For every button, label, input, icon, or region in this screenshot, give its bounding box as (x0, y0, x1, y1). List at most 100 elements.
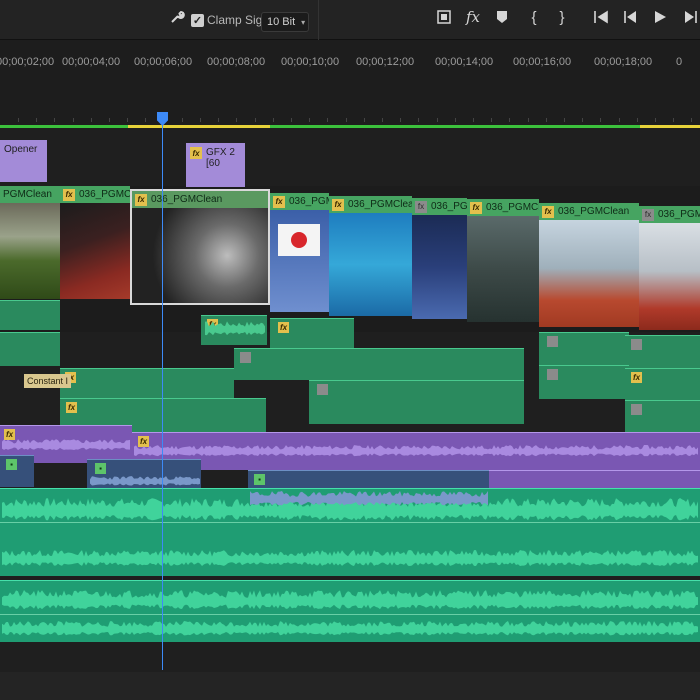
audio-clip[interactable] (625, 400, 700, 432)
audio-clip[interactable]: fx (625, 368, 700, 402)
clip-label: 036_PGM (289, 196, 329, 207)
bit-depth-value: 10 Bit (267, 16, 296, 28)
video-clip[interactable]: PGMClean (0, 186, 60, 299)
wrench-icon[interactable] (166, 6, 188, 28)
clip-label: 036_PGMCle (486, 202, 539, 213)
music-clip[interactable]: fx (132, 432, 700, 470)
compare-icon[interactable] (433, 6, 455, 28)
audio-clip[interactable] (539, 332, 629, 368)
graphic-clip-gfx2[interactable]: fx GFX 2 [60 (186, 143, 245, 187)
chevron-down-icon: ▾ (301, 17, 306, 27)
audio-clip[interactable] (309, 380, 524, 424)
timecode-label: 00;00;04;00 (62, 56, 121, 68)
ruler-tick (291, 118, 292, 122)
sfx-clip[interactable]: ▪ (0, 455, 34, 487)
clip-header: fx 036_PGM (270, 193, 329, 210)
clip-thumbnail (329, 213, 412, 316)
ruler-tick (91, 118, 92, 122)
fx-badge-icon: fx (4, 429, 15, 440)
play-icon[interactable] (649, 6, 671, 28)
volume-rubberband[interactable] (0, 522, 700, 523)
audio-clip[interactable]: fx (270, 318, 354, 350)
ruler-tick (673, 118, 674, 122)
render-bar-yellow (128, 125, 270, 128)
fx-badge-icon (240, 352, 251, 363)
ruler-tick (600, 118, 601, 122)
checkbox-icon[interactable]: ✓ (191, 13, 204, 27)
timeline-footer (0, 672, 700, 700)
clip-label: Opener (4, 144, 38, 155)
volume-rubberband[interactable] (0, 614, 700, 615)
dialogue-clip[interactable] (0, 488, 700, 576)
video-clip[interactable]: fx 036_PGM (270, 193, 329, 312)
playhead-line[interactable] (162, 125, 163, 670)
audio-clip[interactable] (0, 300, 60, 330)
clip-label: 036_PG (431, 201, 467, 212)
ruler-tick (273, 118, 274, 122)
ruler-tick (637, 118, 638, 122)
fx-badge-icon: fx (470, 201, 482, 214)
fx-badge-icon: fx (63, 188, 75, 201)
clip-thumbnail (539, 220, 639, 327)
marker-icon[interactable] (491, 6, 513, 28)
clip-label: 036_PGMC (658, 209, 700, 220)
fx-badge-icon (547, 369, 558, 380)
audio-clip[interactable] (539, 365, 629, 399)
audio-clip[interactable] (0, 332, 60, 366)
timecode-label: 0 (676, 56, 683, 68)
ruler-tick (418, 118, 419, 122)
ruler-tick (200, 118, 201, 122)
clip-header: fx036_PGMClean (329, 196, 412, 213)
clip-thumbnail (639, 223, 700, 330)
keyframe-badge-icon: ▪ (254, 474, 265, 485)
bit-depth-select[interactable]: 10 Bit ▾ (261, 12, 309, 32)
ruler-tick (528, 118, 529, 122)
ruler-tick (382, 118, 383, 122)
clip-header: fx036_PGMClean (132, 191, 268, 208)
graphics-track[interactable] (0, 130, 700, 186)
ruler-tick (509, 118, 510, 122)
video-clip[interactable]: fx 036_PGMCle (467, 199, 539, 322)
fx-icon[interactable]: fx (462, 6, 484, 28)
time-ruler[interactable] (0, 40, 700, 128)
clip-header: fx036_PGMClean (60, 186, 130, 203)
fx-badge-icon: fx (642, 208, 654, 221)
timecode-label: 00;00;02;00 (0, 56, 55, 68)
go-to-in-icon[interactable] (590, 6, 612, 28)
fx-badge-icon (631, 339, 642, 350)
video-clip[interactable]: fx 036_PGMClean (60, 186, 130, 299)
step-back-icon[interactable] (619, 6, 641, 28)
video-clip[interactable]: fx 036_PGMC (639, 206, 700, 330)
fx-badge-icon: fx (190, 147, 202, 159)
clip-header: fx 036_PG (412, 198, 467, 215)
flag-thumbnail (278, 224, 320, 256)
fx-badge-icon: fx (278, 322, 289, 333)
step-forward-icon[interactable] (680, 6, 700, 28)
video-clip[interactable]: fx 036_PG (412, 198, 467, 319)
clip-header: fx 036_PGMCle (467, 199, 539, 216)
fx-badge-icon: fx (542, 205, 554, 218)
timeline-toolbar: ✓ Clamp Signal 10 Bit ▾ fx { } (0, 0, 700, 40)
ruler-tick (18, 118, 19, 122)
ruler-tick (619, 118, 620, 122)
graphic-clip-opener[interactable]: Opener (0, 140, 47, 182)
timecode-label: 00;00;18;00 (594, 56, 653, 68)
ruler-tick (346, 118, 347, 122)
dialogue-clip[interactable] (0, 580, 700, 642)
ruler-tick (36, 118, 37, 122)
fx-badge-icon: fx (138, 436, 149, 447)
fx-badge-icon (317, 384, 328, 395)
audio-clip[interactable]: fx (201, 315, 267, 345)
video-clip-selected[interactable]: fx 036_PGMClean (130, 189, 270, 305)
video-clip[interactable]: fx 036_PGMClean (329, 196, 412, 316)
audio-clip[interactable] (625, 335, 700, 371)
render-bar-green (0, 125, 128, 128)
out-point-icon[interactable]: } (551, 6, 573, 28)
video-clip[interactable]: fx 036_PGMClean (539, 203, 639, 327)
clip-thumbnail (132, 208, 268, 303)
clip-thumbnail (270, 210, 329, 312)
fx-badge-icon (547, 336, 558, 347)
audio-clip[interactable] (234, 348, 524, 380)
timecode-label: 00;00;10;00 (281, 56, 340, 68)
in-point-icon[interactable]: { (523, 6, 545, 28)
